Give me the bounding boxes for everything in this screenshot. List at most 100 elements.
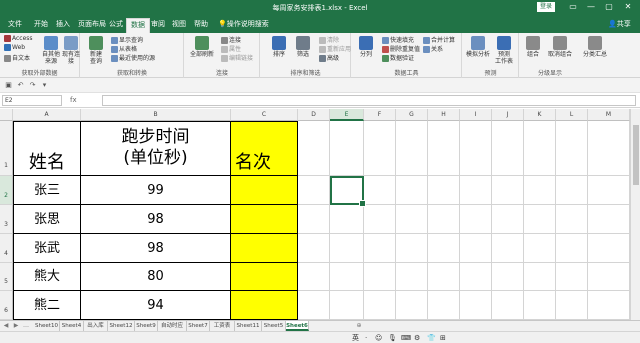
- edit-links-button[interactable]: 编辑链接: [221, 53, 253, 62]
- grid-cell[interactable]: [428, 205, 460, 234]
- formula-input[interactable]: [102, 95, 636, 106]
- tab-help[interactable]: 帮助: [194, 18, 208, 33]
- grid-cell[interactable]: [298, 234, 330, 263]
- tab-insert[interactable]: 插入: [56, 18, 70, 33]
- time-cell[interactable]: 98: [81, 205, 231, 234]
- ribbon-display-icon[interactable]: ▭: [566, 1, 580, 13]
- name-box[interactable]: E2: [2, 95, 62, 106]
- relationships-button[interactable]: 关系: [423, 44, 443, 53]
- sheet-tab[interactable]: Sheet11: [235, 321, 262, 331]
- grid-cell[interactable]: [330, 121, 364, 176]
- grid-cell[interactable]: [460, 291, 492, 320]
- microphone-icon[interactable]: 🎙: [388, 332, 397, 343]
- ime-language[interactable]: 英: [352, 332, 359, 343]
- tab-home[interactable]: 开始: [34, 18, 48, 33]
- recent-sources-button[interactable]: 最近使用的源: [111, 53, 155, 62]
- name-cell[interactable]: 熊二: [13, 291, 81, 320]
- grid-cell[interactable]: [428, 121, 460, 176]
- rank-cell[interactable]: [231, 205, 298, 234]
- grid-cell[interactable]: [298, 121, 330, 176]
- sheet-tab[interactable]: 工资表: [210, 321, 235, 331]
- ungroup-button[interactable]: 取消组合: [545, 36, 575, 58]
- maximize-icon[interactable]: ▢: [602, 1, 616, 13]
- column-header-f[interactable]: F: [364, 109, 396, 121]
- name-cell[interactable]: 张三: [13, 176, 81, 205]
- web-button[interactable]: Web: [4, 44, 25, 51]
- grid-cell[interactable]: [364, 176, 396, 205]
- minimize-icon[interactable]: —: [584, 1, 598, 13]
- tab-data[interactable]: 数据: [126, 18, 150, 33]
- grid-cell[interactable]: [492, 205, 524, 234]
- grid-cell[interactable]: [364, 234, 396, 263]
- grid-cell[interactable]: [524, 121, 556, 176]
- rank-cell[interactable]: [231, 291, 298, 320]
- rank-cell[interactable]: [231, 176, 298, 205]
- column-header-b[interactable]: B: [81, 109, 231, 121]
- row-header-5[interactable]: 5: [0, 263, 13, 291]
- grid-cell[interactable]: [364, 291, 396, 320]
- grid-cell[interactable]: [588, 176, 630, 205]
- grid-cell[interactable]: [556, 176, 588, 205]
- column-header-m[interactable]: M: [588, 109, 630, 121]
- column-header-d[interactable]: D: [298, 109, 330, 121]
- row-header-3[interactable]: 3: [0, 205, 13, 234]
- name-cell[interactable]: 张武: [13, 234, 81, 263]
- time-cell[interactable]: 94: [81, 291, 231, 320]
- grid-cell[interactable]: [428, 234, 460, 263]
- column-header-h[interactable]: H: [428, 109, 460, 121]
- grid-cell[interactable]: [588, 263, 630, 291]
- tab-formulas[interactable]: 公式: [109, 18, 123, 33]
- tab-review[interactable]: 审阅: [151, 18, 165, 33]
- grid-cell[interactable]: [298, 291, 330, 320]
- flash-fill-button[interactable]: 快速填充: [382, 35, 414, 44]
- sheet-tab[interactable]: Sheet7: [187, 321, 210, 331]
- tab-page-layout[interactable]: 页面布局: [78, 18, 106, 33]
- next-sheet-icon[interactable]: ▶: [12, 321, 20, 331]
- customize-qat-icon[interactable]: ▾: [40, 81, 49, 90]
- select-all-corner[interactable]: [0, 109, 13, 121]
- grid-cell[interactable]: [396, 121, 428, 176]
- grid-cell[interactable]: [556, 291, 588, 320]
- name-cell[interactable]: 熊大: [13, 263, 81, 291]
- more-sheets-icon[interactable]: …: [22, 321, 30, 331]
- grid-cell[interactable]: [556, 205, 588, 234]
- grid-cell[interactable]: [460, 234, 492, 263]
- reapply-button[interactable]: 重新应用: [319, 44, 351, 53]
- grid-cell[interactable]: [396, 234, 428, 263]
- grid-cell[interactable]: [556, 263, 588, 291]
- subtotal-button[interactable]: 分类汇总: [580, 36, 610, 58]
- sheet-tab[interactable]: Sheet10: [34, 321, 60, 331]
- grid-cell[interactable]: [330, 291, 364, 320]
- show-queries-button[interactable]: 显示查询: [111, 35, 143, 44]
- time-cell[interactable]: 98: [81, 234, 231, 263]
- undo-icon[interactable]: ↶: [16, 81, 25, 90]
- grid-cell[interactable]: [364, 205, 396, 234]
- grid-cell[interactable]: [396, 205, 428, 234]
- sheet-tab[interactable]: 出入库: [84, 321, 108, 331]
- clear-button[interactable]: 清除: [319, 35, 339, 44]
- scrollbar-thumb[interactable]: [633, 125, 639, 185]
- row-header-6[interactable]: 6: [0, 291, 13, 320]
- forecast-sheet-button[interactable]: 预测 工作表: [493, 36, 515, 65]
- save-icon[interactable]: ▣: [4, 81, 13, 90]
- time-cell[interactable]: 80: [81, 263, 231, 291]
- keyboard-icon[interactable]: ⌨: [401, 332, 411, 343]
- grid-cell[interactable]: [492, 234, 524, 263]
- selected-cell-e2[interactable]: [330, 176, 366, 207]
- sheet-tab[interactable]: 自动时应: [158, 321, 187, 331]
- grid-cell[interactable]: [492, 291, 524, 320]
- existing-connections-button[interactable]: 现有连接: [62, 36, 80, 65]
- column-header-g[interactable]: G: [396, 109, 428, 121]
- row-header-4[interactable]: 4: [0, 234, 13, 263]
- grid-cell[interactable]: [556, 121, 588, 176]
- rank-cell[interactable]: [231, 263, 298, 291]
- toolbox-icon[interactable]: ⊞: [440, 332, 446, 343]
- column-header-a[interactable]: A: [13, 109, 81, 121]
- sheet-tab[interactable]: Sheet6: [286, 321, 309, 331]
- grid-cell[interactable]: [524, 176, 556, 205]
- grid-cell[interactable]: [524, 205, 556, 234]
- tab-view[interactable]: 视图: [172, 18, 186, 33]
- sheet-tab[interactable]: Sheet4: [60, 321, 84, 331]
- grid-cell[interactable]: [492, 176, 524, 205]
- filter-button[interactable]: 筛选: [293, 36, 313, 58]
